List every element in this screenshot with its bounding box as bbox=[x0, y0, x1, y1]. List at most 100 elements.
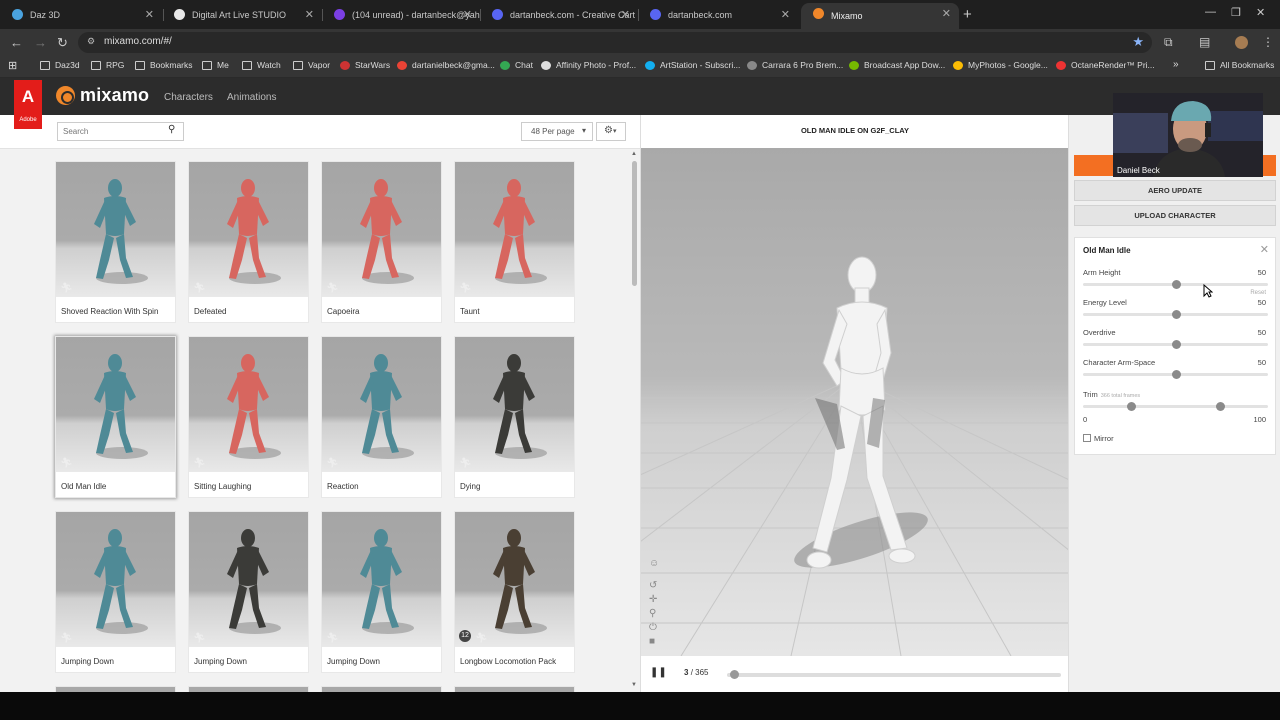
all-bookmarks[interactable]: All Bookmarks bbox=[1205, 60, 1274, 70]
close-window-icon[interactable]: ✕ bbox=[1256, 6, 1265, 19]
animation-thumbnail[interactable]: 🏃︎ bbox=[56, 337, 175, 472]
animation-thumbnail[interactable]: 🏃︎ bbox=[56, 512, 175, 647]
bookmark-broadcast[interactable]: Broadcast App Dow... bbox=[849, 60, 945, 70]
animation-thumbnail[interactable]: 🏃︎ bbox=[455, 337, 574, 472]
close-tab-icon[interactable]: ✕ bbox=[145, 8, 154, 21]
url-text[interactable]: mixamo.com/#/ bbox=[104, 36, 172, 47]
apps-grid-icon[interactable]: ⊞ bbox=[8, 59, 17, 72]
tab-dartanbeck[interactable]: dartanbeck.com ✕ bbox=[638, 4, 798, 26]
close-tab-icon[interactable]: ✕ bbox=[305, 8, 314, 21]
slider-track[interactable] bbox=[1083, 310, 1268, 319]
animation-thumbnail[interactable]: 🏃︎ bbox=[322, 512, 441, 647]
animation-card[interactable]: 🏃︎ Jumping Down bbox=[55, 511, 176, 673]
slider-track[interactable] bbox=[1083, 280, 1268, 289]
bookmark-chat[interactable]: Chat bbox=[500, 60, 533, 70]
camera-icon[interactable]: ■ bbox=[649, 636, 655, 647]
back-icon[interactable]: ← bbox=[10, 35, 23, 50]
tab-daz3d[interactable]: Daz 3D ✕ bbox=[0, 4, 162, 26]
bookmark-daz3d[interactable]: Daz3d bbox=[40, 60, 80, 70]
slider-track[interactable] bbox=[1083, 340, 1268, 349]
scroll-down-icon[interactable]: ▼ bbox=[631, 682, 637, 688]
trim-start-handle[interactable] bbox=[1127, 402, 1137, 411]
scrollbar-thumb[interactable] bbox=[632, 161, 637, 286]
aero-update-button[interactable]: AERO UPDATE bbox=[1074, 180, 1276, 201]
trim-end-handle[interactable] bbox=[1215, 402, 1225, 411]
tab-yahoo-mail[interactable]: (104 unread) - dartanbeck@yahoo ✕ bbox=[322, 4, 480, 26]
close-tab-icon[interactable]: ✕ bbox=[621, 8, 630, 21]
per-page-select[interactable]: 48 Per page ▾ bbox=[521, 122, 593, 141]
bookmark-me[interactable]: Me bbox=[202, 60, 229, 70]
animation-card[interactable]: 🏃︎ Reaction bbox=[321, 336, 442, 498]
animation-card[interactable]: 🏃︎ Capoeira bbox=[321, 161, 442, 323]
nav-animations[interactable]: Animations bbox=[227, 92, 276, 103]
close-tab-icon[interactable]: ✕ bbox=[781, 8, 790, 21]
omnibox[interactable]: ⚙ mixamo.com/#/ ★ bbox=[78, 32, 1152, 53]
bookmark-gmail[interactable]: dartanielbeck@gma... bbox=[397, 60, 495, 70]
animation-card[interactable]: 🏃︎ Jumping Down bbox=[188, 511, 309, 673]
close-tab-icon[interactable]: ✕ bbox=[463, 8, 472, 21]
animation-card[interactable]: 🏃︎ Jumping Down bbox=[321, 511, 442, 673]
reading-list-icon[interactable]: ▤ bbox=[1199, 35, 1210, 49]
mirror-checkbox[interactable] bbox=[1083, 434, 1091, 442]
bookmark-starwars[interactable]: StarWars bbox=[340, 60, 390, 70]
settings-dropdown[interactable]: ⚙▾ bbox=[596, 122, 626, 141]
zoom-icon[interactable]: ⚲ bbox=[649, 608, 656, 619]
reload-icon[interactable]: ↻ bbox=[57, 35, 68, 51]
upload-character-button[interactable]: UPLOAD CHARACTER bbox=[1074, 205, 1276, 226]
profile-avatar-icon[interactable] bbox=[1235, 36, 1248, 49]
bookmark-star-icon[interactable]: ★ bbox=[1132, 34, 1144, 50]
animation-thumbnail[interactable]: 🏃︎ bbox=[455, 162, 574, 297]
slider-handle[interactable] bbox=[1171, 370, 1181, 379]
3d-scene[interactable]: ☺ ↺ ✛ ⚲ ⏻ ■ bbox=[641, 148, 1068, 656]
animation-thumbnail[interactable]: 🏃︎ bbox=[189, 337, 308, 472]
scrollbar[interactable]: ▲ ▼ bbox=[631, 151, 638, 692]
search-icon[interactable]: ⚲ bbox=[168, 124, 175, 135]
extensions-icon[interactable]: ⧉ bbox=[1164, 35, 1173, 50]
tab-digital-art-live[interactable]: Digital Art Live STUDIO ✕ bbox=[162, 4, 322, 26]
forward-icon[interactable]: → bbox=[34, 35, 47, 50]
animation-card[interactable]: 12 🏃︎ Longbow Locomotion Pack bbox=[454, 511, 575, 673]
bookmark-myphotos[interactable]: MyPhotos - Google... bbox=[953, 60, 1048, 70]
bookmark-watch[interactable]: Watch bbox=[242, 60, 281, 70]
mixamo-logo-icon[interactable] bbox=[56, 86, 75, 105]
timeline-track[interactable] bbox=[727, 670, 1061, 679]
animation-thumbnail[interactable]: 🏃︎ bbox=[322, 337, 441, 472]
animation-card[interactable]: 🏃︎ Defeated bbox=[188, 161, 309, 323]
pan-icon[interactable]: ✛ bbox=[649, 594, 657, 605]
bookmark-carrara[interactable]: Carrara 6 Pro Brem... bbox=[747, 60, 843, 70]
more-bookmarks-icon[interactable]: » bbox=[1173, 59, 1179, 70]
bookmark-artstation[interactable]: ArtStation - Subscri... bbox=[645, 60, 740, 70]
nav-characters[interactable]: Characters bbox=[164, 92, 213, 103]
face-camera-icon[interactable]: ☺ bbox=[649, 558, 659, 569]
bookmark-affinity[interactable]: Affinity Photo - Prof... bbox=[541, 60, 636, 70]
close-tab-icon[interactable]: ✕ bbox=[942, 7, 951, 20]
timeline-handle[interactable] bbox=[729, 670, 739, 679]
minimize-icon[interactable]: — bbox=[1205, 6, 1216, 18]
mixamo-brand[interactable]: mixamo bbox=[80, 85, 149, 106]
bookmark-bookmarks[interactable]: Bookmarks bbox=[135, 60, 193, 70]
slider-track[interactable] bbox=[1083, 370, 1268, 379]
bookmark-vapor[interactable]: Vapor bbox=[293, 60, 330, 70]
power-icon[interactable]: ⏻ bbox=[649, 622, 657, 633]
trim-slider[interactable] bbox=[1083, 402, 1268, 411]
animation-card[interactable]: 🏃︎ Sitting Laughing bbox=[188, 336, 309, 498]
reset-link[interactable]: Reset bbox=[1250, 290, 1266, 296]
close-icon[interactable]: ✕ bbox=[1260, 243, 1269, 256]
animation-thumbnail[interactable]: 🏃︎ bbox=[189, 162, 308, 297]
menu-dots-icon[interactable]: ⋮ bbox=[1262, 35, 1274, 49]
slider-handle[interactable] bbox=[1171, 340, 1181, 349]
animation-thumbnail[interactable]: 🏃︎ bbox=[189, 512, 308, 647]
animation-card[interactable]: 🏃︎ Dying bbox=[454, 336, 575, 498]
slider-handle[interactable] bbox=[1171, 280, 1181, 289]
animation-card[interactable]: 🏃︎ Old Man Idle bbox=[55, 336, 176, 498]
new-tab-icon[interactable]: + bbox=[963, 6, 972, 23]
tab-mixamo[interactable]: Mixamo ✕ bbox=[801, 3, 959, 29]
animation-thumbnail[interactable]: 12 🏃︎ bbox=[455, 512, 574, 647]
scroll-up-icon[interactable]: ▲ bbox=[631, 151, 637, 157]
animation-card[interactable]: 🏃︎ Shoved Reaction With Spin bbox=[55, 161, 176, 323]
site-info-icon[interactable]: ⚙ bbox=[87, 36, 95, 47]
animation-card[interactable]: 🏃︎ Taunt bbox=[454, 161, 575, 323]
rotate-icon[interactable]: ↺ bbox=[649, 580, 657, 591]
animation-thumbnail[interactable]: 🏃︎ bbox=[56, 162, 175, 297]
pause-icon[interactable]: ❚❚ bbox=[650, 667, 667, 678]
